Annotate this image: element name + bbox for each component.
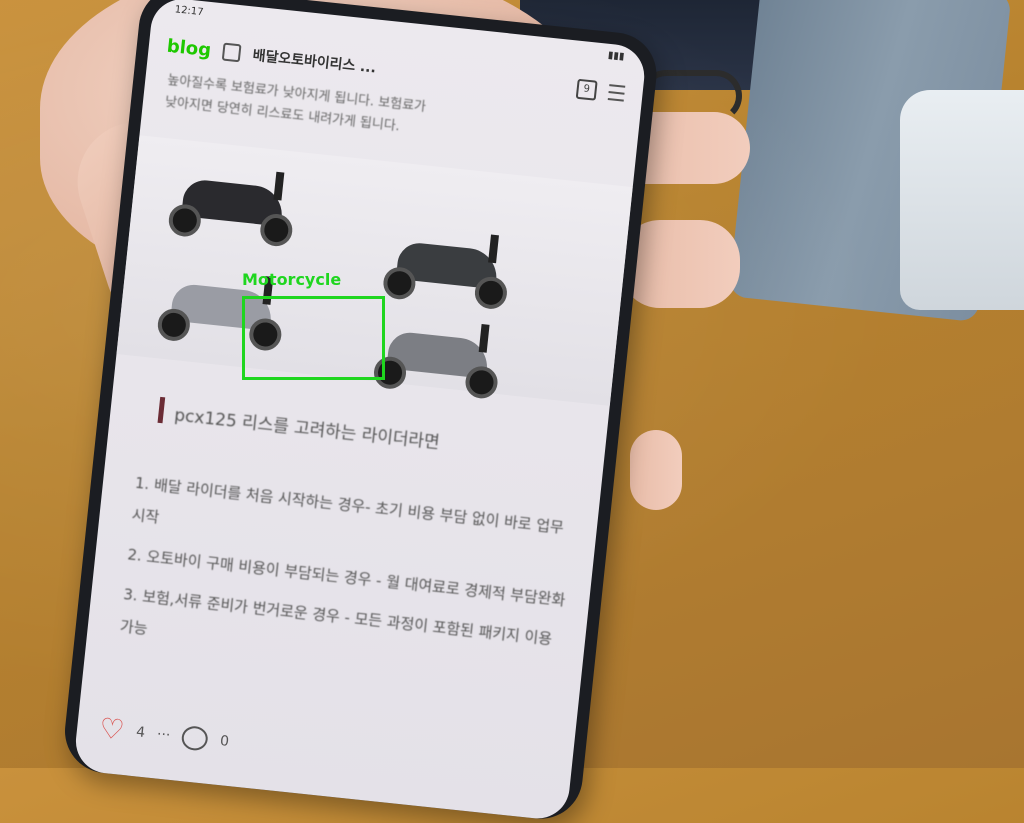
detection-box bbox=[242, 296, 385, 380]
section-heading: pcx125 리스를 고려하는 라이더라면 bbox=[173, 405, 441, 454]
like-count: 4 bbox=[135, 723, 146, 741]
comment-count: 0 bbox=[219, 732, 230, 750]
blog-logo[interactable]: blog bbox=[166, 35, 212, 61]
more-icon[interactable]: ··· bbox=[156, 726, 171, 743]
motorcycle-icon bbox=[159, 158, 307, 252]
post-action-bar: ♡ 4 ··· 0 bbox=[98, 711, 231, 757]
signal-icon: ▮▮▮ bbox=[607, 49, 625, 63]
comment-icon[interactable] bbox=[180, 724, 210, 752]
detection-label: Motorcycle bbox=[242, 270, 342, 289]
menu-icon[interactable] bbox=[607, 84, 626, 102]
reason-list: 1. 배달 라이더를 처음 시작하는 경우- 초기 비용 부담 없이 바로 업무… bbox=[118, 467, 577, 696]
motorcycle-icon bbox=[364, 311, 512, 405]
tab-count-icon[interactable]: 9 bbox=[575, 78, 598, 101]
heading-accent-bar bbox=[157, 396, 166, 424]
hand-finger bbox=[630, 430, 682, 510]
status-time: 12:17 bbox=[174, 4, 205, 19]
phone-screen: 12:17 ▮▮▮ blog 배달오토바이리스 ... 9 높아질수록 보험료가… bbox=[72, 0, 648, 822]
smartphone: 12:17 ▮▮▮ blog 배달오토바이리스 ... 9 높아질수록 보험료가… bbox=[60, 0, 661, 823]
page-icon bbox=[222, 42, 242, 63]
motorcycle-icon bbox=[373, 221, 521, 315]
heart-icon[interactable]: ♡ bbox=[98, 711, 126, 746]
